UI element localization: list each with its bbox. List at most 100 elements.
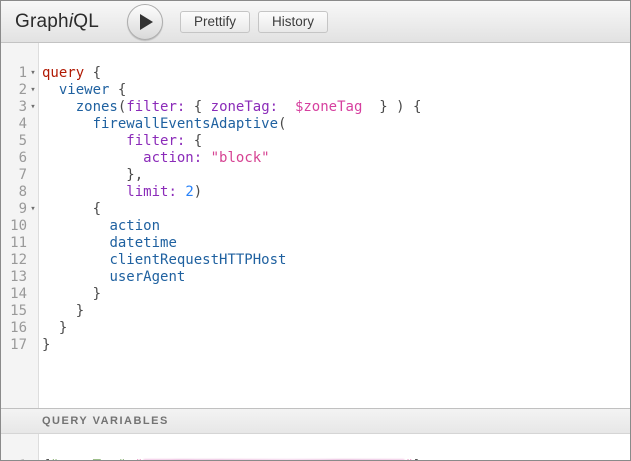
code-line[interactable]: 17} bbox=[1, 337, 630, 354]
code-line[interactable]: 3▾ zones(filter: { zoneTag: $zoneTag } )… bbox=[1, 99, 630, 116]
code-line[interactable]: 13 userAgent bbox=[1, 269, 630, 286]
fold-gutter-spacer bbox=[27, 150, 39, 167]
toolbar: GraphiQL Prettify History bbox=[1, 1, 630, 43]
line-number: 16 bbox=[1, 320, 27, 337]
token bbox=[42, 167, 126, 183]
code-line[interactable]: 5 filter: { bbox=[1, 133, 630, 150]
token: ) bbox=[194, 184, 202, 200]
fold-gutter-spacer bbox=[27, 133, 39, 150]
token bbox=[42, 286, 93, 302]
query-variables-title: QUERY VARIABLES bbox=[42, 415, 169, 427]
code-line[interactable]: 11 datetime bbox=[1, 235, 630, 252]
code-text: userAgent bbox=[39, 269, 185, 286]
graphiql-logo: GraphiQL bbox=[15, 11, 99, 33]
code-line[interactable]: 9▾ { bbox=[1, 201, 630, 218]
code-line[interactable]: 15 } bbox=[1, 303, 630, 320]
token: zones bbox=[76, 99, 118, 115]
code-line[interactable]: 8 limit: 2) bbox=[1, 184, 630, 201]
code-line[interactable]: 10 action bbox=[1, 218, 630, 235]
token: { bbox=[109, 82, 126, 98]
token bbox=[405, 99, 413, 115]
token: action: bbox=[143, 150, 202, 166]
code-line[interactable]: 7 }, bbox=[1, 167, 630, 184]
token: zoneTag: bbox=[211, 99, 278, 115]
code-text: filter: { bbox=[39, 133, 202, 150]
fold-arrow-icon[interactable]: ▾ bbox=[27, 65, 39, 82]
code-line[interactable]: 12 clientRequestHTTPHost bbox=[1, 252, 630, 269]
query-variables-header[interactable]: QUERY VARIABLES bbox=[1, 408, 630, 434]
code-text: query { bbox=[39, 65, 101, 82]
code-text: {"zoneTag":""} bbox=[39, 458, 422, 460]
graphiql-window: GraphiQL Prettify History 1▾query {2▾ vi… bbox=[0, 0, 631, 461]
token bbox=[42, 116, 93, 132]
code-text: } bbox=[39, 303, 84, 320]
token bbox=[42, 269, 109, 285]
line-number: 3 bbox=[1, 99, 27, 116]
token bbox=[42, 184, 126, 200]
fold-gutter-spacer bbox=[27, 286, 39, 303]
token: } bbox=[93, 286, 101, 302]
code-text: limit: 2) bbox=[39, 184, 202, 201]
token: { bbox=[84, 65, 101, 81]
line-number: 4 bbox=[1, 116, 27, 133]
code-line[interactable]: 1▾query { bbox=[1, 65, 630, 82]
fold-gutter-spacer bbox=[27, 167, 39, 184]
line-number: 6 bbox=[1, 150, 27, 167]
token: } bbox=[59, 320, 67, 336]
token bbox=[42, 218, 109, 234]
token bbox=[202, 99, 210, 115]
token: { bbox=[194, 99, 202, 115]
token: query bbox=[42, 65, 84, 81]
token: firewallEventsAdaptive bbox=[93, 116, 278, 132]
variables-editor[interactable]: 1{"zoneTag":""} bbox=[1, 434, 630, 460]
code-line[interactable]: 4 firewallEventsAdaptive( bbox=[1, 116, 630, 133]
code-text: action bbox=[39, 218, 160, 235]
line-number: 15 bbox=[1, 303, 27, 320]
token bbox=[278, 99, 295, 115]
fold-gutter-spacer bbox=[27, 235, 39, 252]
query-editor[interactable]: 1▾query {2▾ viewer {3▾ zones(filter: { z… bbox=[1, 43, 630, 408]
token: ( bbox=[278, 116, 286, 132]
token: { bbox=[413, 99, 421, 115]
line-number: 2 bbox=[1, 82, 27, 99]
line-number: 14 bbox=[1, 286, 27, 303]
code-line[interactable]: 14 } bbox=[1, 286, 630, 303]
code-text: viewer { bbox=[39, 82, 126, 99]
token: $zoneTag bbox=[295, 99, 362, 115]
line-number: 17 bbox=[1, 337, 27, 354]
logo-text: QL bbox=[73, 11, 99, 32]
execute-button[interactable] bbox=[127, 4, 163, 40]
token: ) bbox=[396, 99, 404, 115]
code-text: datetime bbox=[39, 235, 177, 252]
token bbox=[42, 201, 93, 217]
fold-arrow-icon[interactable]: ▾ bbox=[27, 99, 39, 116]
token bbox=[202, 150, 210, 166]
fold-gutter-spacer bbox=[27, 218, 39, 235]
fold-arrow-icon[interactable]: ▾ bbox=[27, 201, 39, 218]
code-line[interactable]: 2▾ viewer { bbox=[1, 82, 630, 99]
logo-text: Graph bbox=[15, 11, 69, 32]
history-button[interactable]: History bbox=[258, 11, 328, 33]
token: } bbox=[414, 458, 422, 460]
fold-gutter-spacer bbox=[27, 458, 39, 460]
fold-gutter-spacer bbox=[27, 116, 39, 133]
code-line[interactable]: 16 } bbox=[1, 320, 630, 337]
token: viewer bbox=[59, 82, 110, 98]
line-number: 11 bbox=[1, 235, 27, 252]
token: } bbox=[42, 337, 50, 353]
fold-arrow-icon[interactable]: ▾ bbox=[27, 82, 39, 99]
prettify-button[interactable]: Prettify bbox=[180, 11, 250, 33]
token: filter: bbox=[126, 99, 185, 115]
fold-gutter-spacer bbox=[27, 269, 39, 286]
code-line[interactable]: 1{"zoneTag":""} bbox=[1, 458, 630, 460]
line-number: 10 bbox=[1, 218, 27, 235]
line-number: 5 bbox=[1, 133, 27, 150]
code-text: zones(filter: { zoneTag: $zoneTag } ) { bbox=[39, 99, 421, 116]
token bbox=[388, 99, 396, 115]
code-text: firewallEventsAdaptive( bbox=[39, 116, 286, 133]
code-line[interactable]: 6 action: "block" bbox=[1, 150, 630, 167]
token: { bbox=[194, 133, 202, 149]
token: : bbox=[126, 458, 134, 460]
token: }, bbox=[126, 167, 143, 183]
fold-gutter-spacer bbox=[27, 252, 39, 269]
